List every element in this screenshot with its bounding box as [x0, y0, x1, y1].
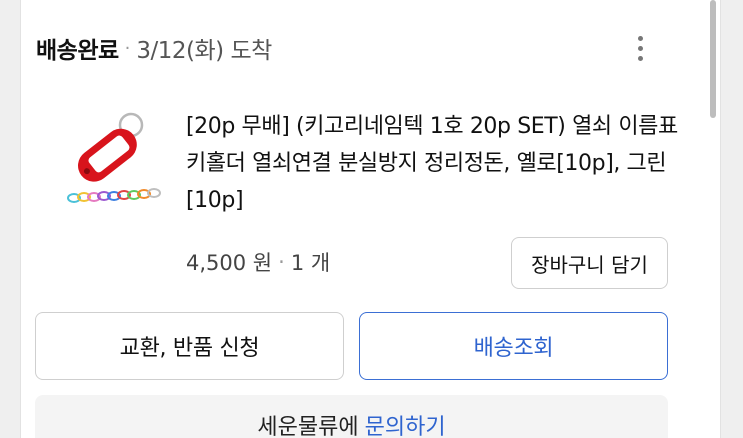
more-vertical-icon[interactable] [628, 30, 652, 66]
price-quantity: 4,500 원 · 1 개 [186, 245, 330, 279]
exchange-return-button[interactable]: 교환, 반품 신청 [35, 312, 344, 380]
more-dot [637, 55, 643, 61]
product-thumbnail[interactable] [36, 105, 176, 225]
more-dot [637, 45, 643, 51]
carrier-name: 세운물류에 [257, 415, 359, 438]
order-header: 배송완료 · 3/12(화) 도착 [36, 30, 272, 66]
more-dot [637, 35, 643, 41]
arrival-date: 3/12(화) 도착 [136, 38, 272, 64]
product-title[interactable]: [20p 무배] (키고리네임텍 1호 20p SET) 열쇠 이름표 키홀더 … [186, 108, 686, 219]
carrier-inquiry-bar: 세운물류에 문의하기 [35, 395, 668, 438]
scrollbar[interactable] [710, 0, 716, 118]
key-tag-image [67, 112, 161, 203]
track-delivery-button[interactable]: 배송조회 [359, 312, 668, 380]
delivery-status: 배송완료 [36, 38, 119, 64]
separator-dot: · [278, 250, 285, 274]
product-quantity: 1 개 [290, 251, 331, 275]
separator-dot: · [124, 37, 131, 59]
inquiry-link[interactable]: 문의하기 [365, 409, 446, 438]
add-to-cart-button[interactable]: 장바구니 담기 [511, 237, 668, 289]
product-price: 4,500 원 [186, 251, 273, 275]
